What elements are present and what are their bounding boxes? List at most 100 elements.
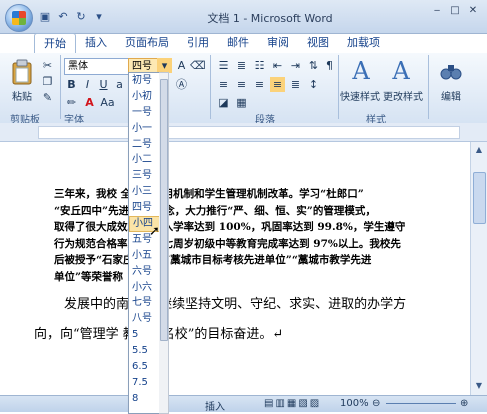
align-right-icon[interactable]: ≡ <box>252 77 267 92</box>
text-line: 向，向“管理学 教学创名校”的目标奋进。↵ <box>34 327 284 342</box>
customize-qat-icon[interactable]: ▾ <box>92 10 106 24</box>
undo-icon[interactable]: ↶ <box>56 10 70 24</box>
binoculars-icon <box>440 65 462 80</box>
font-size-dropdown-arrow-icon[interactable]: ▾ <box>157 58 172 73</box>
dropdown-scroll-thumb[interactable] <box>160 79 168 341</box>
italic-icon[interactable]: I <box>80 77 95 92</box>
strikethrough-icon[interactable]: a <box>112 77 127 92</box>
font-name-combo[interactable]: 黑体 <box>64 58 129 75</box>
clipboard-icon <box>12 59 32 85</box>
save-icon[interactable]: ▣ <box>38 10 52 24</box>
dropdown-scrollbar[interactable] <box>159 72 169 414</box>
text-line: 单位”等荣誉称 <box>54 270 124 283</box>
font-size-option[interactable]: 小五 <box>129 248 160 264</box>
font-size-option[interactable]: 6.5 <box>129 359 160 375</box>
tab-review[interactable]: 审阅 <box>258 33 298 53</box>
tab-references[interactable]: 引用 <box>178 33 218 53</box>
zoom-in-icon[interactable]: ⊕ <box>460 398 468 409</box>
font-size-option[interactable]: 5.5 <box>129 343 160 359</box>
tab-home[interactable]: 开始 <box>34 33 76 54</box>
tab-page-layout[interactable]: 页面布局 <box>116 33 178 53</box>
ribbon-tabs: 开始 插入 页面布局 引用 邮件 审阅 视图 加载项 <box>34 33 389 54</box>
format-painter-icon[interactable]: ✎ <box>40 90 55 105</box>
font-size-option[interactable]: 六号 <box>129 264 160 280</box>
increase-indent-icon[interactable]: ⇥ <box>288 58 303 73</box>
vertical-scrollbar[interactable]: ▲ ▼ <box>470 142 487 395</box>
font-size-option[interactable]: 二号 <box>129 137 160 153</box>
borders-icon[interactable]: ▦ <box>234 95 249 110</box>
document-page[interactable]: 三年来，我校 全教师任用机制和学生管理机制改革。学习“杜郎口” “安丘四中”先进… <box>34 150 452 390</box>
justify-icon[interactable]: ≡ <box>270 77 285 92</box>
text-line: 行为规范合格率为 ，十七周岁初级中等教育完成率达到 97%以上。我校先 <box>54 237 401 250</box>
font-size-option[interactable]: 小初 <box>129 89 160 105</box>
distributed-icon[interactable]: ≣ <box>288 77 303 92</box>
office-button[interactable] <box>5 4 33 32</box>
grow-font-icon[interactable]: A <box>174 58 189 73</box>
line-spacing-icon[interactable]: ↕ <box>306 77 321 92</box>
font-size-option[interactable]: 5 <box>129 327 160 343</box>
edit-button[interactable] <box>434 57 468 85</box>
align-left-icon[interactable]: ≡ <box>216 77 231 92</box>
minimize-button[interactable]: ‒ <box>429 4 445 18</box>
change-case-icon[interactable]: Ⓐ <box>174 77 189 92</box>
sort-icon[interactable]: ⇅ <box>306 58 321 73</box>
font-size-option[interactable]: 7.5 <box>129 375 160 391</box>
tab-insert[interactable]: 插入 <box>76 33 116 53</box>
title-bar: ▣ ↶ ↻ ▾ 文档 1 - Microsoft Word ‒ □ ✕ <box>0 0 487 34</box>
paste-button[interactable] <box>8 57 36 87</box>
font-size-option[interactable]: 四号 <box>129 200 160 216</box>
change-styles-label: 更改样式 <box>383 92 423 103</box>
text-line: 取得了很大成效。 学生入学率达到 100%，巩固率达到 99.8%，学生遵守 <box>54 221 406 233</box>
multilevel-list-icon[interactable]: ☷ <box>252 58 267 73</box>
align-center-icon[interactable]: ≡ <box>234 77 249 92</box>
copy-icon[interactable]: ❐ <box>40 74 55 89</box>
font-color-icon[interactable]: A <box>82 95 97 110</box>
font-size-option[interactable]: 小三 <box>129 184 160 200</box>
ruler-scale <box>38 126 460 139</box>
tab-addins[interactable]: 加载项 <box>338 33 389 53</box>
bullets-icon[interactable]: ☰ <box>216 58 231 73</box>
show-marks-icon[interactable]: ¶ <box>322 58 337 73</box>
font-size-option[interactable]: 一号 <box>129 105 160 121</box>
zoom-level[interactable]: 100% <box>340 398 369 409</box>
clear-format-icon[interactable]: ⌫ <box>190 58 206 73</box>
underline-icon[interactable]: U <box>96 77 111 92</box>
shading-icon[interactable]: ◪ <box>216 95 231 110</box>
mouse-pointer-icon: ➚ <box>149 224 160 239</box>
separator <box>338 55 339 119</box>
highlight-icon[interactable]: ✏ <box>64 95 79 110</box>
window-title: 文档 1 - Microsoft Word <box>207 12 333 25</box>
redo-icon[interactable]: ↻ <box>74 10 88 24</box>
numbering-icon[interactable]: ≣ <box>234 58 249 73</box>
scroll-thumb[interactable] <box>473 172 486 224</box>
quick-styles-button[interactable]: A <box>344 55 378 87</box>
font-size-option[interactable]: 三号 <box>129 168 160 184</box>
change-styles-icon: A <box>392 57 410 85</box>
zoom-slider[interactable] <box>386 403 456 404</box>
view-buttons[interactable]: ▤▥▦▧▨ <box>264 398 321 409</box>
font-size-option[interactable]: 8 <box>129 391 160 407</box>
scroll-down-icon[interactable]: ▼ <box>473 380 485 392</box>
bold-icon[interactable]: B <box>64 77 79 92</box>
change-styles-button[interactable]: A <box>384 55 418 87</box>
document-area[interactable]: 三年来，我校 全教师任用机制和学生管理机制改革。学习“杜郎口” “安丘四中”先进… <box>0 142 470 395</box>
tab-mailings[interactable]: 邮件 <box>218 33 258 53</box>
font-size-option[interactable]: 小二 <box>129 152 160 168</box>
quick-styles-label: 快速样式 <box>340 92 380 103</box>
character-shading-icon[interactable]: Aa <box>100 95 115 110</box>
font-size-option[interactable]: 小一 <box>129 121 160 137</box>
cut-icon[interactable]: ✂ <box>40 58 55 73</box>
font-size-option[interactable]: 七号 <box>129 295 160 311</box>
close-button[interactable]: ✕ <box>465 4 481 18</box>
ruler[interactable] <box>0 123 487 142</box>
decrease-indent-icon[interactable]: ⇤ <box>270 58 285 73</box>
maximize-button[interactable]: □ <box>447 4 463 18</box>
zoom-out-icon[interactable]: ⊖ <box>372 398 380 409</box>
font-size-dropdown[interactable]: 初号 小初 一号 小一 二号 小二 三号 小三 四号 小四 五号 小五 六号 小六 七号 八号 5 5.5 6.5 7… <box>128 72 161 414</box>
font-size-option[interactable]: 初号 <box>129 73 160 89</box>
scroll-up-icon[interactable]: ▲ <box>473 144 485 156</box>
font-size-option[interactable]: 小六 <box>129 280 160 296</box>
font-size-option[interactable]: 八号 <box>129 311 160 327</box>
tab-view[interactable]: 视图 <box>298 33 338 53</box>
ribbon: 粘贴 ✂ ❐ ✎ 剪贴板 黑体 四号 ▾ A ⌫ B I U a ✏ A Aa … <box>0 53 487 126</box>
